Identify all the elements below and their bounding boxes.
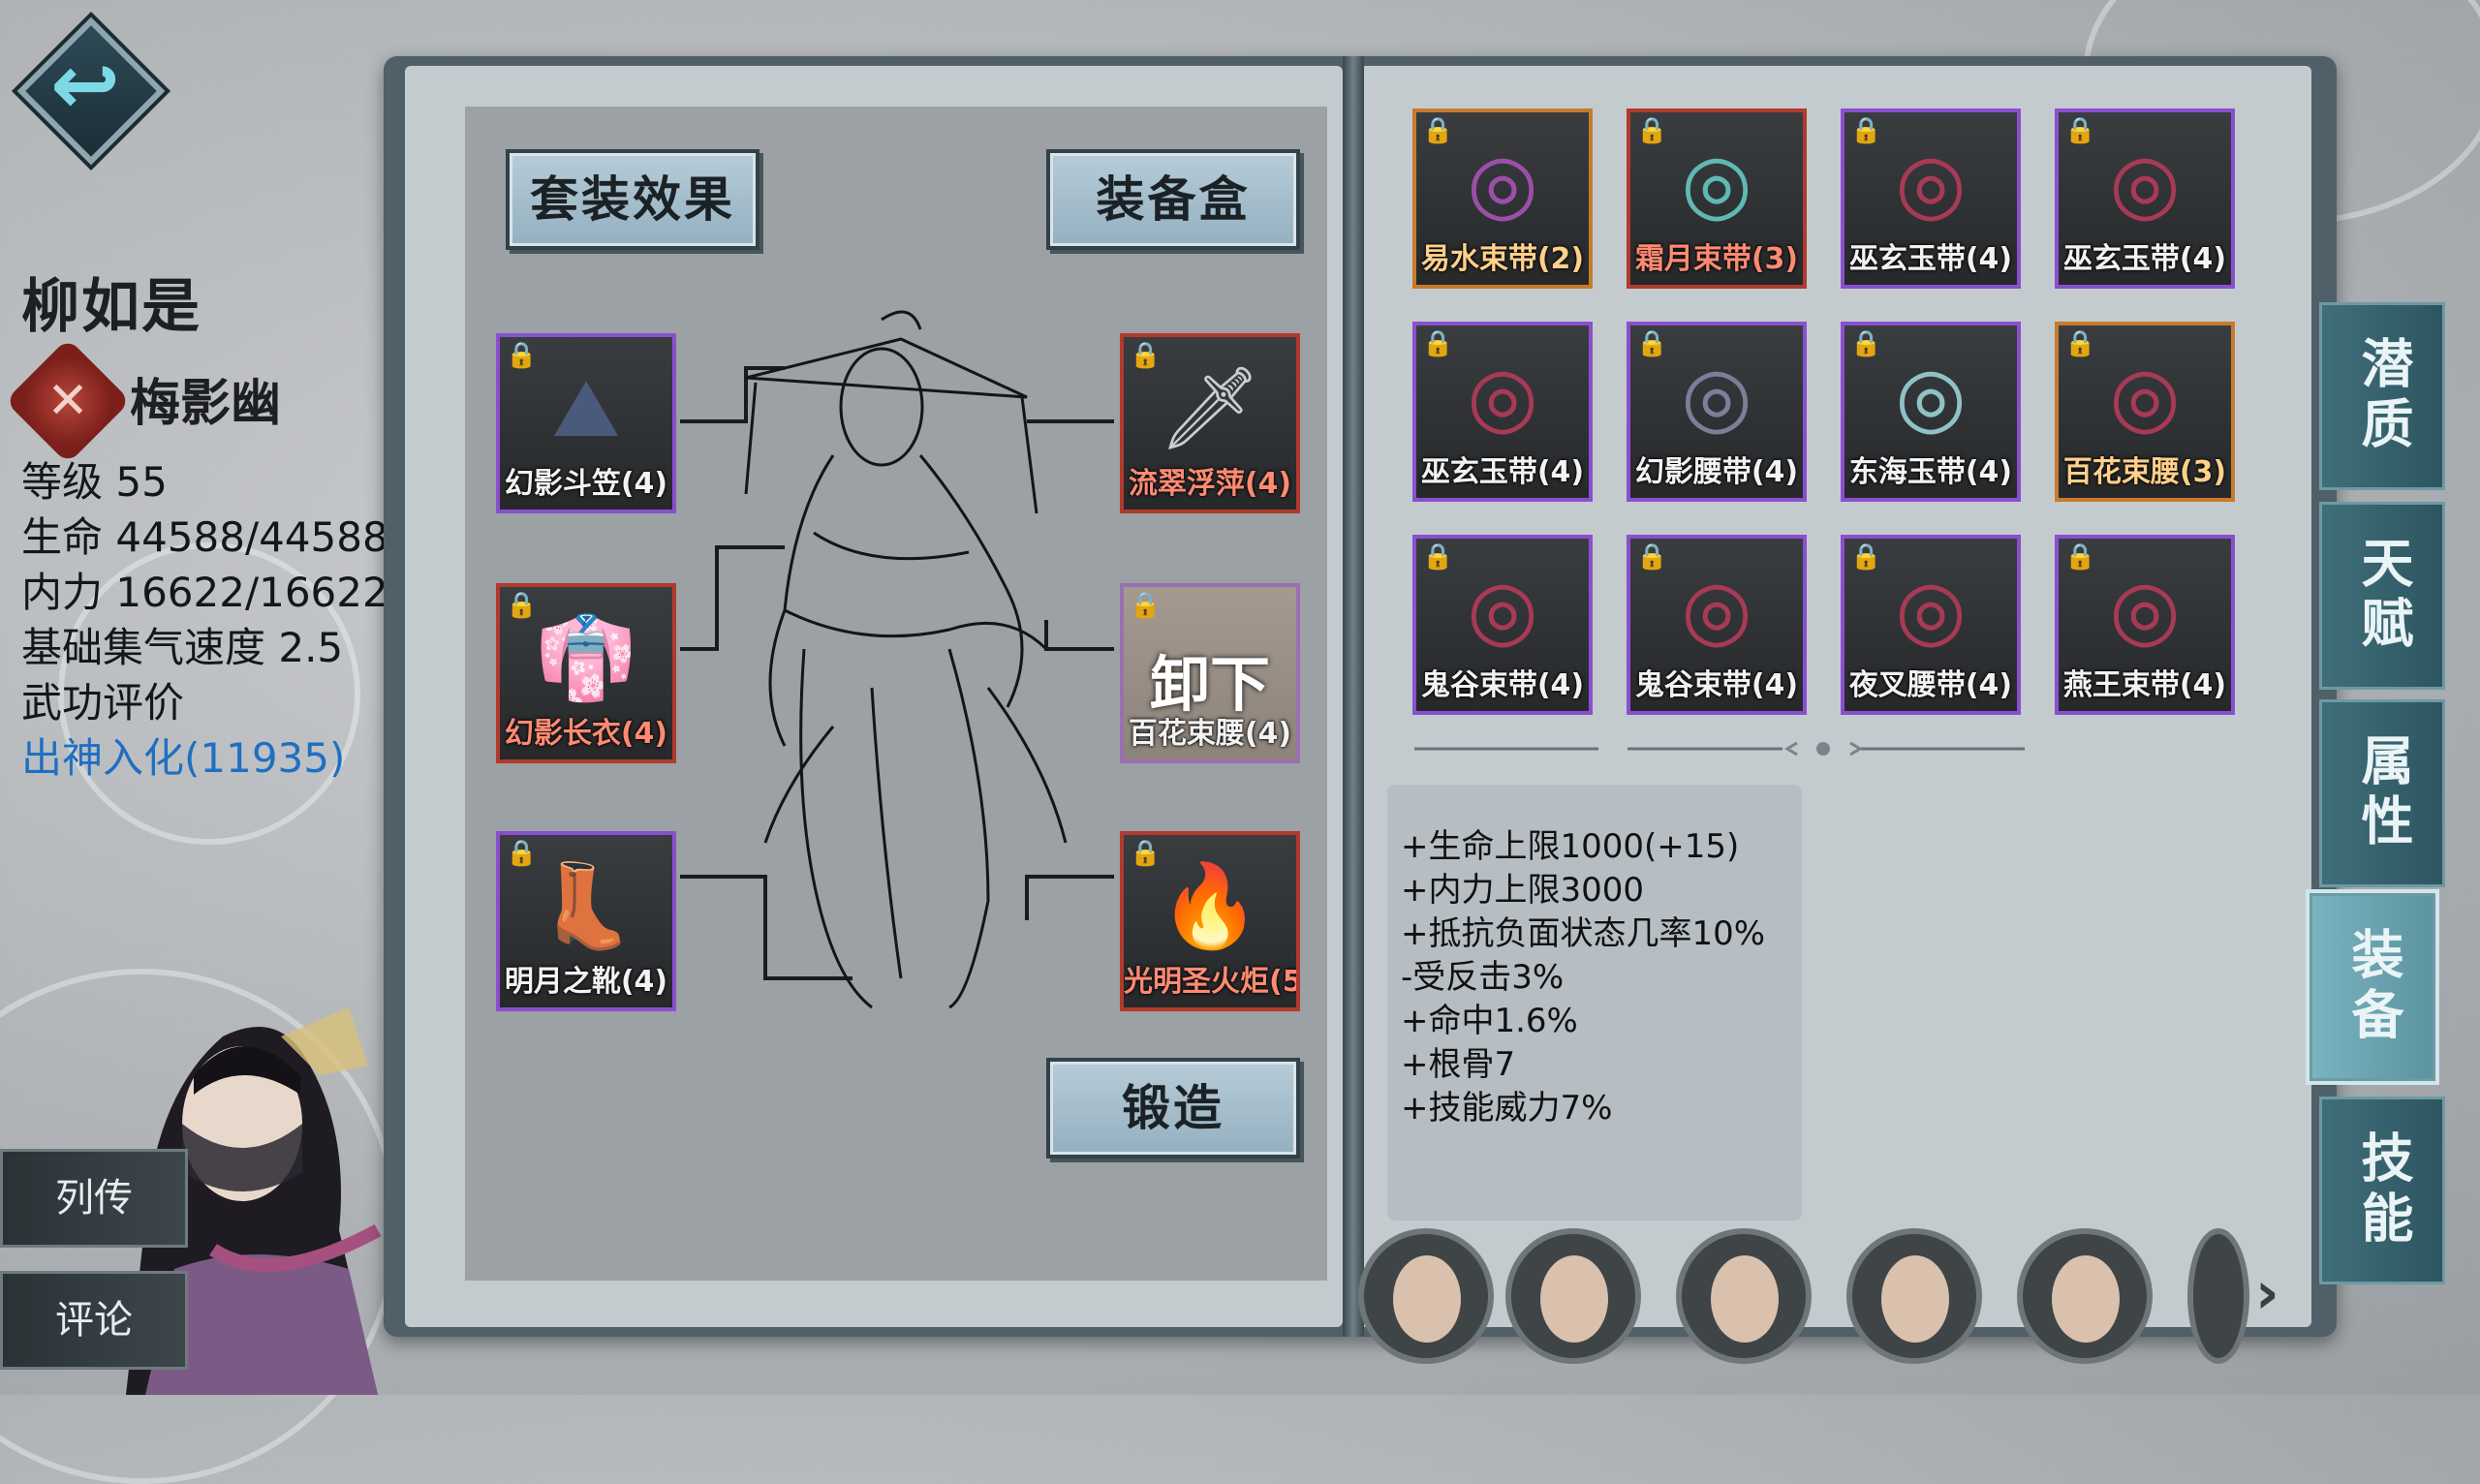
stat-mp: 内力 16622/16622 — [21, 569, 388, 616]
robe-icon: 👘 — [535, 610, 637, 705]
item-stat-line: +技能威力7% — [1401, 1089, 1613, 1128]
character-name: 柳如是 — [21, 273, 202, 341]
inventory-slot[interactable]: 🔒 ◎ 巫玄玉带(4) — [1412, 322, 1593, 502]
stat-martial-rating-value: 出神入化(11935) — [21, 734, 346, 782]
item-stat-line: +抵抗负面状态几率10% — [1401, 914, 1766, 953]
equipped-slot-robe[interactable]: 🔒 👘 幻影长衣(4) — [496, 583, 676, 763]
equipped-slot-hat[interactable]: 🔒 ⛰ 幻影斗笠(4) — [496, 333, 676, 513]
inventory-pager — [1414, 742, 2025, 756]
equipped-slot-accessory[interactable]: 🔒 🔥 光明圣火炬(5) — [1120, 831, 1300, 1011]
item-stat-line: +生命上限1000(+15) — [1401, 827, 1740, 866]
stat-martial-rating-label: 武功评价 — [21, 679, 185, 727]
belt-icon: ◎ — [1895, 136, 1967, 231]
party-avatar[interactable] — [1358, 1228, 1494, 1364]
belt-icon: ◎ — [2109, 562, 2181, 657]
inventory-label: 百花束腰(3) — [2062, 455, 2227, 489]
stat-hp: 生命 44588/44588 — [21, 513, 388, 561]
inventory-label: 巫玄玉带(4) — [2062, 242, 2227, 276]
inventory-label: 鬼谷束带(4) — [1420, 668, 1585, 702]
inventory-slot[interactable]: 🔒 ◎ 巫玄玉带(4) — [1841, 108, 2021, 289]
inventory-label: 幻影腰带(4) — [1634, 455, 1799, 489]
forge-button[interactable]: 锻造 — [1046, 1058, 1300, 1159]
inventory-label: 霜月束带(3) — [1634, 242, 1799, 276]
hat-icon: ⛰ — [551, 360, 621, 455]
item-stat-line: +命中1.6% — [1401, 1002, 1578, 1040]
equipped-slot-weapon[interactable]: 🔒 🗡 流翠浮萍(4) — [1120, 333, 1300, 513]
comments-button[interactable]: 评论 — [0, 1271, 188, 1370]
sect-icon: ✕ — [4, 337, 132, 465]
inventory-label: 燕王束带(4) — [2062, 668, 2227, 702]
equipped-slot-belt[interactable]: 🔒 卸下 百花束腰(4) — [1120, 583, 1300, 763]
equipped-slot-boots[interactable]: 🔒 👢 明月之靴(4) — [496, 831, 676, 1011]
inventory-label: 东海玉带(4) — [1848, 455, 2013, 489]
party-avatar[interactable] — [1846, 1228, 1982, 1364]
inventory-label: 夜叉腰带(4) — [1848, 668, 2013, 702]
party-avatar[interactable] — [2187, 1228, 2249, 1364]
belt-icon: ◎ — [2109, 349, 2181, 444]
inventory-slot[interactable]: 🔒 ◎ 百花束腰(3) — [2055, 322, 2235, 502]
lock-icon: 🔒 — [1130, 591, 1162, 620]
equipped-label: 幻影长衣(4) — [504, 717, 668, 751]
sword-icon: 🗡 — [1158, 360, 1262, 455]
belt-icon: ◎ — [1467, 562, 1538, 657]
equipped-label: 幻影斗笠(4) — [504, 467, 668, 501]
inventory-slot[interactable]: 🔒 ◎ 夜叉腰带(4) — [1841, 535, 2021, 715]
party-avatar[interactable] — [1505, 1228, 1641, 1364]
sect-name: 梅影幽 — [130, 375, 282, 433]
inventory-slot[interactable]: 🔒 ◎ 鬼谷束带(4) — [1627, 535, 1807, 715]
tab-2[interactable]: 属性 — [2319, 699, 2445, 887]
item-stat-line: +根骨7 — [1401, 1045, 1516, 1084]
belt-icon: ◎ — [1895, 349, 1967, 444]
tab-0[interactable]: 潜质 — [2319, 302, 2445, 490]
back-arrow-icon: ↩ — [49, 37, 121, 134]
inventory-slot[interactable]: 🔒 ◎ 燕王束带(4) — [2055, 535, 2235, 715]
book-spine — [1343, 56, 1364, 1337]
belt-icon: ◎ — [2109, 136, 2181, 231]
equipment-box-button[interactable]: 装备盒 — [1046, 149, 1300, 250]
back-button[interactable]: ↩ — [16, 16, 166, 166]
equipped-label: 流翠浮萍(4) — [1128, 467, 1292, 501]
inventory-slot[interactable]: 🔒 ◎ 东海玉带(4) — [1841, 322, 2021, 502]
stat-level: 等级 55 — [21, 458, 168, 506]
belt-icon: ◎ — [1467, 349, 1538, 444]
equipped-label: 明月之靴(4) — [504, 965, 668, 999]
belt-icon: ◎ — [1681, 562, 1752, 657]
tab-1[interactable]: 天赋 — [2319, 502, 2445, 690]
inventory-slot[interactable]: 🔒 ◎ 易水束带(2) — [1412, 108, 1593, 289]
inventory-slot[interactable]: 🔒 ◎ 鬼谷束带(4) — [1412, 535, 1593, 715]
equipped-label: 光明圣火炬(5) — [1124, 965, 1300, 999]
inventory-label: 巫玄玉带(4) — [1848, 242, 2013, 276]
tab-4[interactable]: 技能 — [2319, 1097, 2445, 1284]
belt-icon: ◎ — [1467, 136, 1538, 231]
stat-qi-speed: 基础集气速度 2.5 — [21, 624, 344, 671]
item-stat-line: +内力上限3000 — [1401, 871, 1645, 910]
belt-icon: ◎ — [1895, 562, 1967, 657]
inventory-slot[interactable]: 🔒 ◎ 幻影腰带(4) — [1627, 322, 1807, 502]
biography-button[interactable]: 列传 — [0, 1149, 188, 1248]
boots-icon: 👢 — [535, 858, 637, 953]
item-stat-line: -受反击3% — [1401, 958, 1565, 997]
set-effect-button[interactable]: 套装效果 — [506, 149, 760, 250]
belt-icon: ◎ — [1681, 136, 1752, 231]
equipped-label: 百花束腰(4) — [1128, 717, 1292, 751]
inventory-slot[interactable]: 🔒 ◎ 霜月束带(3) — [1627, 108, 1807, 289]
next-arrow-icon[interactable]: › — [2255, 1259, 2304, 1327]
inventory-slot[interactable]: 🔒 ◎ 巫玄玉带(4) — [2055, 108, 2235, 289]
party-avatar[interactable] — [1676, 1228, 1812, 1364]
inventory-label: 鬼谷束带(4) — [1634, 668, 1799, 702]
torch-icon: 🔥 — [1159, 858, 1261, 953]
belt-icon: ◎ — [1681, 349, 1752, 444]
tab-3[interactable]: 装备 — [2310, 893, 2435, 1081]
inventory-label: 易水束带(2) — [1420, 242, 1585, 276]
inventory-label: 巫玄玉带(4) — [1420, 455, 1585, 489]
party-avatar[interactable] — [2017, 1228, 2153, 1364]
